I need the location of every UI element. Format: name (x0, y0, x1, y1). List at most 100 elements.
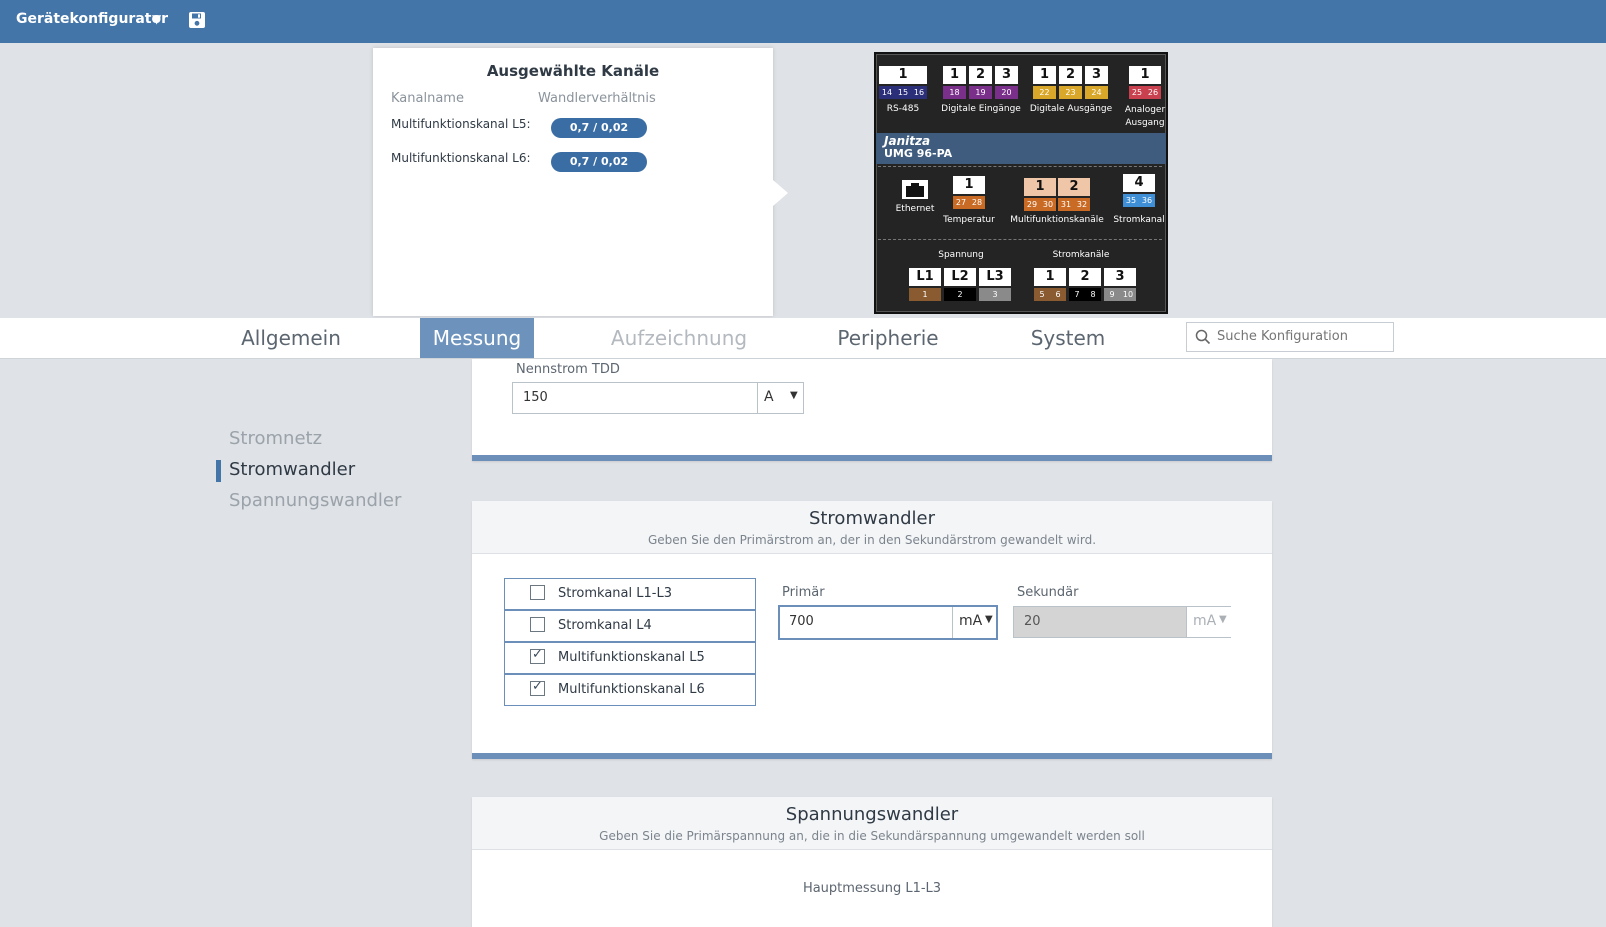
terminal-digital-input-1[interactable]: 1 (943, 66, 966, 84)
caret-down-icon: ▼ (1219, 614, 1227, 625)
nav-item-stromnetz[interactable]: Stromnetz (229, 428, 322, 449)
tab-peripherie[interactable]: Peripherie (818, 318, 958, 358)
ratio-badge: 0,7 / 0,02 (551, 118, 647, 138)
pin: 27 (953, 196, 969, 209)
pin: 2 (944, 288, 976, 301)
popup-arrow (773, 180, 788, 206)
secondary-unit-select: mA ▼ (1186, 607, 1231, 637)
search-box[interactable] (1186, 322, 1394, 352)
pin: 23 (1059, 86, 1082, 99)
group-label: Digitale Ausgänge (1029, 104, 1113, 114)
check-icon: ✓ (532, 647, 543, 662)
brand-name: Janitza (884, 134, 931, 148)
tab-bar: Allgemein Messung Aufzeichnung Peripheri… (0, 318, 1606, 359)
terminal-multifunction-1[interactable]: 1 (1024, 178, 1056, 196)
pin: 16 (911, 86, 927, 99)
terminal-digital-output-3[interactable]: 3 (1085, 66, 1108, 84)
pin: 32 (1074, 198, 1090, 211)
pin: 6 (1050, 288, 1066, 301)
column-header-ratio: Wandlerverhältnis (538, 91, 656, 106)
ethernet-icon[interactable] (902, 180, 928, 199)
checkbox-checked[interactable]: ✓ (530, 679, 545, 696)
pin: 20 (995, 86, 1018, 99)
terminal-current-3[interactable]: 3 (1104, 268, 1136, 286)
terminal-voltage-l2[interactable]: L2 (944, 268, 976, 286)
group-label: Stromkanal (1113, 215, 1165, 225)
card-header: Spannungswandler Geben Sie die Primärspa… (472, 797, 1272, 850)
pin: 29 (1024, 198, 1040, 211)
secondary-field: 20 mA ▼ (1013, 606, 1231, 638)
nennstrom-value[interactable]: 150 (523, 390, 548, 405)
tab-messung[interactable]: Messung (420, 318, 534, 358)
tab-aufzeichnung[interactable]: Aufzeichnung (596, 318, 762, 358)
primary-unit-select[interactable]: mA ▼ (952, 607, 997, 638)
popup-title: Ausgewählte Kanäle (486, 62, 660, 80)
pin: 19 (969, 86, 992, 99)
popup-row-label: Multifunktionskanal L5: (391, 117, 531, 131)
terminal-voltage-l3[interactable]: L3 (979, 268, 1011, 286)
terminal-digital-output-1[interactable]: 1 (1033, 66, 1056, 84)
device-diagram: 1 14 15 16 RS-485 1 2 3 18 19 20 Digital… (874, 52, 1168, 314)
pin: 35 (1123, 194, 1139, 207)
caret-down-icon[interactable]: ▼ (152, 12, 161, 26)
channel-row-l1-l3[interactable]: Stromkanal L1-L3 (504, 578, 756, 610)
secondary-label: Sekundär (1017, 585, 1079, 600)
card-title: Stromwandler (808, 508, 936, 529)
channel-label: Multifunktionskanal L5 (558, 650, 705, 665)
terminal-temperature-1[interactable]: 1 (953, 176, 985, 194)
terminal-current-2[interactable]: 2 (1069, 268, 1101, 286)
nennstrom-label: Nennstrom TDD (516, 362, 620, 377)
pin: 18 (943, 86, 966, 99)
section-label: Hauptmessung L1-L3 (802, 881, 942, 896)
device-model: UMG 96-PA (884, 147, 953, 160)
nennstrom-field[interactable]: 150 A ▼ (512, 382, 804, 414)
channel-row-l5[interactable]: ✓ Multifunktionskanal L5 (504, 642, 756, 674)
terminal-multifunction-2[interactable]: 2 (1058, 178, 1090, 196)
primary-value[interactable]: 700 (789, 614, 814, 629)
search-input[interactable] (1217, 329, 1389, 344)
checkbox-checked[interactable]: ✓ (530, 647, 545, 664)
channel-label: Stromkanal L4 (558, 618, 652, 633)
unit-value: A (764, 389, 774, 405)
checkbox[interactable] (530, 585, 545, 600)
terminal-analog-output-1[interactable]: 1 (1129, 66, 1161, 84)
card-header: Stromwandler Geben Sie den Primärstrom a… (472, 501, 1272, 554)
primary-field[interactable]: 700 mA ▼ (778, 605, 998, 640)
app-title[interactable]: Gerätekonfigurator (16, 11, 168, 27)
check-icon: ✓ (532, 679, 543, 694)
terminal-rs485-1[interactable]: 1 (879, 66, 927, 84)
caret-down-icon: ▼ (985, 614, 993, 625)
channel-row-l6[interactable]: ✓ Multifunktionskanal L6 (504, 674, 756, 706)
tab-system[interactable]: System (1018, 318, 1118, 358)
primary-label: Primär (782, 585, 825, 600)
channel-row-l4[interactable]: Stromkanal L4 (504, 610, 756, 642)
checkbox[interactable] (530, 617, 545, 632)
popup-row-label: Multifunktionskanal L6: (391, 151, 531, 165)
nennstrom-unit-select[interactable]: A ▼ (757, 383, 804, 413)
nav-item-spannungswandler[interactable]: Spannungswandler (229, 490, 401, 511)
terminal-current-channel-4[interactable]: 4 (1123, 174, 1155, 192)
nav-item-stromwandler[interactable]: Stromwandler (229, 459, 355, 480)
pin: 25 (1129, 86, 1145, 99)
terminal-digital-input-2[interactable]: 2 (969, 66, 992, 84)
top-bar: Gerätekonfigurator ▼ (0, 0, 1606, 43)
column-header-channel-name: Kanalname (391, 91, 464, 106)
group-label: Spannung (938, 250, 984, 260)
terminal-digital-output-2[interactable]: 2 (1059, 66, 1082, 84)
unit-value: mA (959, 613, 983, 629)
stromwandler-card: Stromwandler Geben Sie den Primärstrom a… (472, 501, 1272, 759)
pin: 9 (1104, 288, 1120, 301)
terminal-voltage-l1[interactable]: L1 (909, 268, 941, 286)
pin: 1 (909, 288, 941, 301)
unit-value: mA (1193, 613, 1217, 629)
terminal-current-1[interactable]: 1 (1034, 268, 1066, 286)
group-label: RS-485 (886, 104, 920, 114)
pin: 36 (1139, 194, 1155, 207)
group-label: Stromkanäle (1052, 250, 1110, 260)
tab-allgemein[interactable]: Allgemein (216, 318, 366, 358)
floppy-disk-icon[interactable] (188, 11, 206, 33)
terminal-digital-input-3[interactable]: 3 (995, 66, 1018, 84)
pin: 8 (1085, 288, 1101, 301)
group-label: Ethernet (895, 204, 935, 214)
pin: 7 (1069, 288, 1085, 301)
